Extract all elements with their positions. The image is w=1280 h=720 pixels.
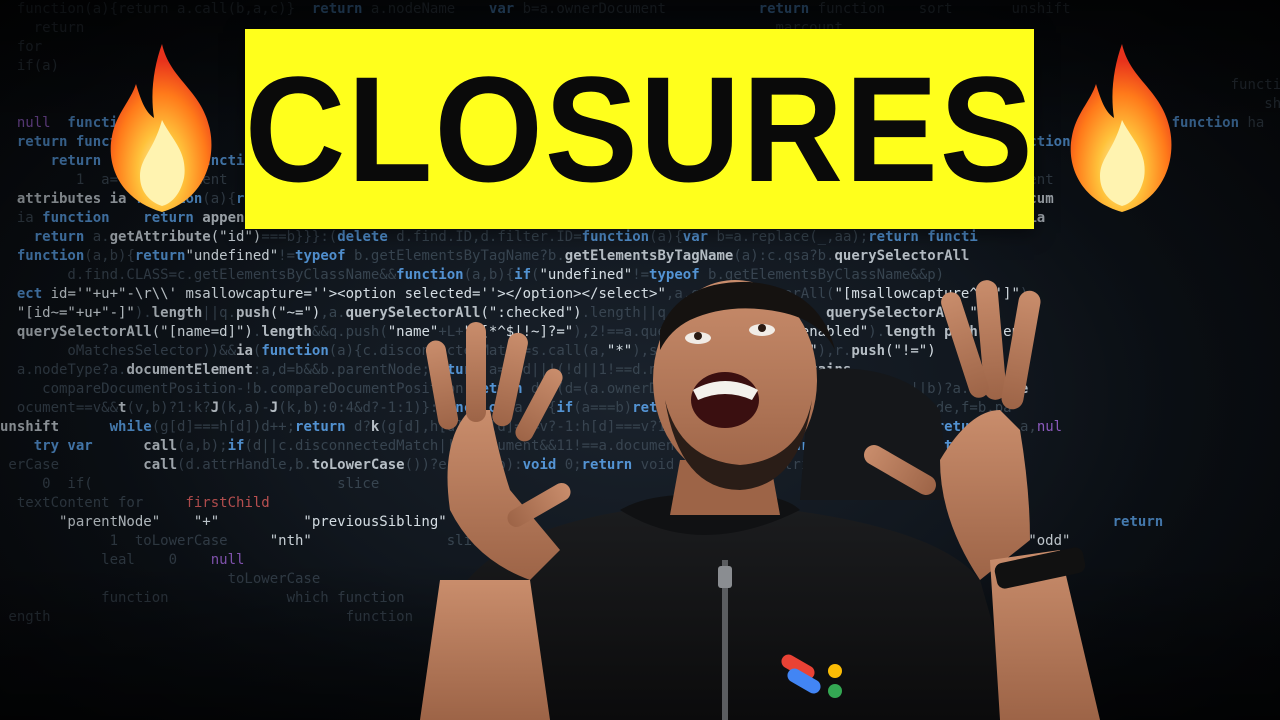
person-illustration [420, 280, 1100, 720]
fire-icon [110, 44, 212, 212]
title-banner: CLOSURES [245, 29, 1034, 229]
fire-icon [1070, 44, 1172, 212]
thumbnail: function(a){return a.call(b,a,c)} return… [0, 0, 1280, 720]
code-line: function(a){return a.call(b,a,c)} return… [0, 1, 1071, 17]
code-line: return a.getAttribute("id")===b}}}:(dele… [0, 229, 978, 245]
title-text: CLOSURES [244, 45, 1035, 213]
